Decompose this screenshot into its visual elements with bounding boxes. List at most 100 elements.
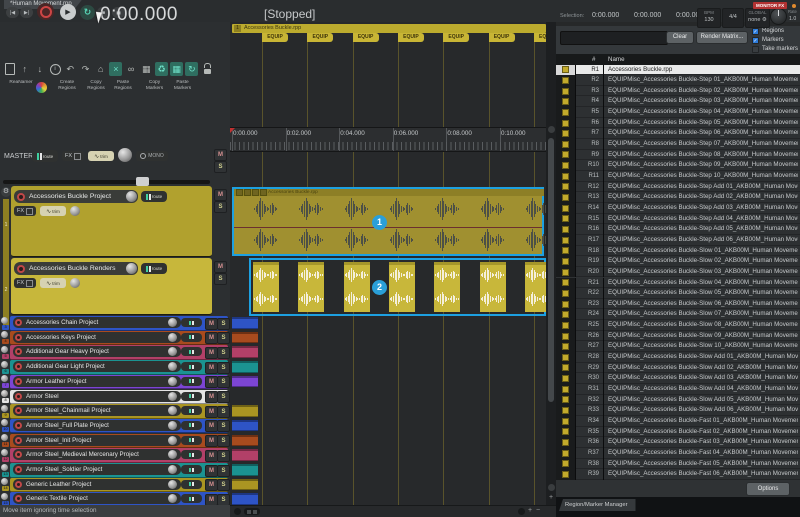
new-project-icon[interactable] [3,62,16,76]
track-name-pill[interactable]: Generic Leather Project [13,479,181,490]
track-row[interactable]: 8Armor SteelMS [0,389,230,404]
region-color-swatch[interactable] [562,237,569,244]
region-row[interactable]: R16EQUIPMisc_Accessories Buckle-Step Add… [556,224,800,235]
zoom-in-button[interactable]: + [547,494,555,502]
gear-icon[interactable] [1,361,8,368]
slider-track[interactable] [3,180,210,184]
region-row[interactable]: R34EQUIPMisc_Accessories Buckle-Fast 01_… [556,416,800,427]
region-color-swatch[interactable] [562,173,569,180]
region-row[interactable]: R9EQUIPMisc_Accessories Buckle-Step 08_A… [556,150,800,161]
region-row[interactable]: R28EQUIPMisc_Accessories Buckle-Slow Add… [556,352,800,363]
pan-knob[interactable] [126,263,137,274]
media-item[interactable] [232,479,258,491]
gear-icon[interactable]: ⚙ [1,187,11,197]
link-icon[interactable]: ∞ [125,62,138,76]
solo-button[interactable]: S [217,362,230,374]
region-row[interactable]: R3EQUIPMisc_Accessories Buckle-Step 02_A… [556,86,800,97]
play-button[interactable]: ▶ [60,4,76,20]
route-button[interactable]: route [141,263,167,274]
gear-icon[interactable] [1,419,8,426]
record-arm-button[interactable] [15,407,22,414]
item-button[interactable] [236,189,243,196]
track-row[interactable]: 13Armor Steel_Soldier ProjectMS [0,463,230,478]
record-arm-button[interactable] [15,393,22,400]
global-automation-box[interactable]: GLOBAL none ⚙ [745,8,770,28]
mute-button[interactable]: M [214,189,227,201]
region-row[interactable]: R33EQUIPMisc_Accessories Buckle-Slow Add… [556,405,800,416]
region-row[interactable]: R15EQUIPMisc_Accessories Buckle-Step Add… [556,214,800,225]
zoom-in-button[interactable]: + [528,507,532,514]
region-color-swatch[interactable] [562,290,569,297]
playrate-knob[interactable] [770,8,787,25]
track-name-pill[interactable]: Accessories Buckle Project [14,190,138,203]
region-row[interactable]: R30EQUIPMisc_Accessories Buckle-Slow Add… [556,373,800,384]
gear-icon[interactable] [1,375,8,382]
region-color-swatch[interactable] [562,109,569,116]
record-arm-button[interactable] [17,265,25,273]
media-item[interactable] [232,405,258,417]
selection-end[interactable]: 0:00.000 [634,12,661,19]
track-name-pill[interactable]: Accessories Chain Project [13,317,181,328]
region-color-swatch[interactable] [562,151,569,158]
gear-icon[interactable] [1,346,8,353]
region-row[interactable]: R25EQUIPMisc_Accessories Buckle-Slow 08_… [556,320,800,331]
region-color-swatch[interactable] [562,333,569,340]
marker-flag[interactable]: EQUIP [489,33,515,42]
route-button[interactable] [181,392,202,401]
gear-icon[interactable] [1,331,8,338]
region-color-swatch[interactable] [562,215,569,222]
solo-button[interactable]: S [214,161,227,173]
column-name[interactable]: Name [608,56,625,63]
track-row[interactable]: 3Accessories Chain ProjectMS [0,316,230,331]
trim-envelope-button[interactable]: ∿trim [40,206,66,216]
track-name-pill[interactable]: Generic Textile Project [13,493,181,504]
track-name-pill[interactable]: Armor Leather Project [13,376,181,387]
gear-icon[interactable] [1,464,8,471]
pan-knob[interactable] [168,480,177,489]
trim-envelope-button[interactable]: ∿trim [40,278,66,288]
region-row[interactable]: R26EQUIPMisc_Accessories Buckle-Slow 09_… [556,331,800,342]
track-name-pill[interactable]: Accessories Buckle Renders [14,262,138,275]
route-button[interactable] [181,480,202,489]
region-row[interactable]: R17EQUIPMisc_Accessories Buckle-Step Add… [556,235,800,246]
checkbox-markers[interactable]: ✓ [752,37,759,44]
solo-button[interactable]: S [214,201,227,213]
checkbox-take-markers[interactable] [752,46,759,53]
pan-knob[interactable] [168,377,177,386]
region-row[interactable]: R11EQUIPMisc_Accessories Buckle-Step 10_… [556,171,800,182]
region-color-swatch[interactable] [562,247,569,254]
region-color-swatch[interactable] [562,66,569,73]
route-button[interactable] [181,436,202,445]
item-button[interactable] [252,189,259,196]
track-name-pill[interactable]: Additional Gear Heavy Project [13,346,181,357]
pan-knob[interactable] [168,421,177,430]
trim-envelope-button[interactable]: ∿trim [88,151,114,161]
media-item[interactable] [232,420,258,432]
region-row[interactable]: R31EQUIPMisc_Accessories Buckle-Slow Add… [556,384,800,395]
region-color-swatch[interactable] [562,205,569,212]
record-arm-button[interactable] [15,495,22,502]
route-button[interactable] [181,465,202,474]
gear-icon[interactable]: ⚙ [762,17,767,23]
media-item[interactable] [232,464,258,476]
item-button[interactable] [260,189,267,196]
track-name-pill[interactable]: Armor Steel_Init Project [13,435,181,446]
region-color-swatch[interactable] [562,386,569,393]
color-wheel-icon[interactable] [36,82,47,93]
h-zoom-control[interactable] [244,508,260,515]
route-button[interactable] [181,406,202,415]
route-button[interactable] [181,450,202,459]
route-button[interactable]: route [141,191,167,202]
region-row[interactable]: R10EQUIPMisc_Accessories Buckle-Step 09_… [556,160,800,171]
solo-button[interactable]: S [217,450,230,462]
zoom-dot-icon[interactable] [234,508,241,515]
region-row[interactable]: R35EQUIPMisc_Accessories Buckle-Fast 02_… [556,427,800,438]
solo-button[interactable]: S [217,435,230,447]
selection-start[interactable]: 0:00.000 [592,12,619,19]
region-color-swatch[interactable] [562,364,569,371]
record-arm-button[interactable] [17,193,25,201]
pan-knob[interactable] [70,206,80,216]
solo-button[interactable]: S [217,465,230,477]
track-row[interactable]: 5Additional Gear Heavy ProjectMS [0,345,230,360]
media-item[interactable] [232,361,258,373]
